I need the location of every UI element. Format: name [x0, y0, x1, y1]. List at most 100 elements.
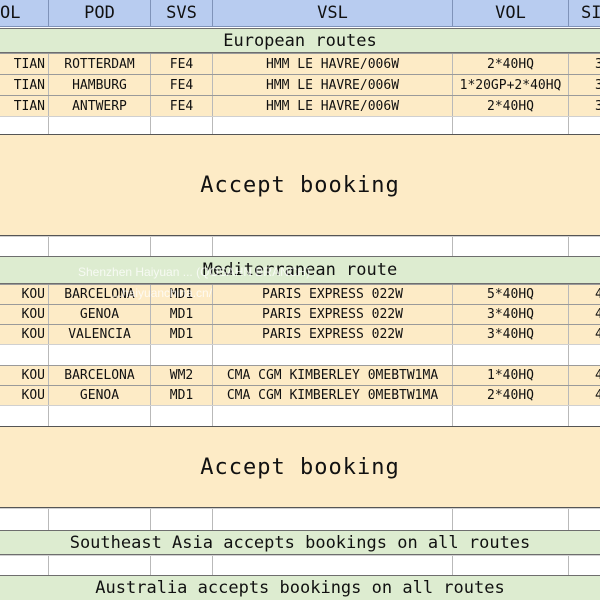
cell-vol[interactable]: 2*40HQ	[452, 96, 568, 116]
empty-cell[interactable]	[150, 556, 212, 575]
empty-cell[interactable]	[452, 117, 568, 134]
cell-vol[interactable]: 2*40HQ	[452, 386, 568, 405]
cell-svs[interactable]: MD1	[150, 386, 212, 405]
cell-svs[interactable]: WM2	[150, 366, 212, 385]
cell-si[interactable]: 3	[568, 75, 600, 95]
empty-row[interactable]	[0, 344, 600, 365]
cell-pol[interactable]: KOU	[0, 325, 48, 344]
cell-pod[interactable]: HAMBURG	[48, 75, 150, 95]
cell-pol[interactable]: KOU	[0, 386, 48, 405]
cell-pol[interactable]: KOU	[0, 305, 48, 324]
cell-vol[interactable]: 2*40HQ	[452, 54, 568, 74]
cell-pod[interactable]: BARCELONA	[48, 366, 150, 385]
empty-cell[interactable]	[150, 237, 212, 256]
table-row[interactable]: TIAN HAMBURG FE4 HMM LE HAVRE/006W 1*20G…	[0, 74, 600, 95]
empty-row[interactable]	[0, 236, 600, 256]
header-svs[interactable]: SVS	[150, 0, 212, 26]
southeast-asia-banner: Southeast Asia accepts bookings on all r…	[0, 530, 600, 555]
empty-cell[interactable]	[48, 237, 150, 256]
cell-svs[interactable]: FE4	[150, 54, 212, 74]
cell-pol[interactable]: KOU	[0, 285, 48, 304]
cell-svs[interactable]: MD1	[150, 285, 212, 304]
table-row[interactable]: KOU BARCELONA MD1 PARIS EXPRESS 022W 5*4…	[0, 284, 600, 304]
empty-cell[interactable]	[568, 556, 600, 575]
empty-cell[interactable]	[150, 509, 212, 530]
header-row: OL POD SVS VSL VOL SI	[0, 0, 600, 27]
cell-vsl[interactable]: PARIS EXPRESS 022W	[212, 305, 452, 324]
empty-cell[interactable]	[452, 556, 568, 575]
empty-cell[interactable]	[150, 117, 212, 134]
empty-cell[interactable]	[48, 556, 150, 575]
cell-vol[interactable]: 5*40HQ	[452, 285, 568, 304]
table-row[interactable]: KOU GENOA MD1 CMA CGM KIMBERLEY 0MEBTW1M…	[0, 385, 600, 405]
cell-si[interactable]: 4	[568, 325, 600, 344]
cell-svs[interactable]: MD1	[150, 305, 212, 324]
empty-cell[interactable]	[452, 406, 568, 426]
cell-si[interactable]: 4	[568, 366, 600, 385]
empty-row[interactable]	[0, 555, 600, 575]
empty-cell[interactable]	[568, 509, 600, 530]
table-row[interactable]: KOU GENOA MD1 PARIS EXPRESS 022W 3*40HQ …	[0, 304, 600, 324]
cell-vsl[interactable]: PARIS EXPRESS 022W	[212, 285, 452, 304]
empty-cell[interactable]	[568, 406, 600, 426]
empty-row[interactable]	[0, 405, 600, 426]
cell-vol[interactable]: 3*40HQ	[452, 305, 568, 324]
table-row[interactable]: KOU VALENCIA MD1 PARIS EXPRESS 022W 3*40…	[0, 324, 600, 344]
cell-si[interactable]: 3	[568, 96, 600, 116]
empty-row[interactable]	[0, 116, 600, 134]
cell-si[interactable]: 4	[568, 285, 600, 304]
empty-cell[interactable]	[212, 345, 452, 365]
table-row[interactable]: TIAN ROTTERDAM FE4 HMM LE HAVRE/006W 2*4…	[0, 53, 600, 74]
empty-cell[interactable]	[48, 509, 150, 530]
cell-vsl[interactable]: PARIS EXPRESS 022W	[212, 325, 452, 344]
empty-cell[interactable]	[212, 406, 452, 426]
cell-vol[interactable]: 1*20GP+2*40HQ	[452, 75, 568, 95]
header-vol[interactable]: VOL	[452, 0, 568, 26]
empty-row[interactable]	[0, 508, 600, 530]
cell-vsl[interactable]: CMA CGM KIMBERLEY 0MEBTW1MA	[212, 386, 452, 405]
cell-svs[interactable]: MD1	[150, 325, 212, 344]
empty-cell[interactable]	[212, 117, 452, 134]
cell-vsl[interactable]: HMM LE HAVRE/006W	[212, 96, 452, 116]
cell-vsl[interactable]: CMA CGM KIMBERLEY 0MEBTW1MA	[212, 366, 452, 385]
empty-cell[interactable]	[212, 556, 452, 575]
cell-pod[interactable]: VALENCIA	[48, 325, 150, 344]
empty-cell[interactable]	[48, 406, 150, 426]
header-vsl[interactable]: VSL	[212, 0, 452, 26]
empty-cell[interactable]	[452, 509, 568, 530]
cell-pol[interactable]: KOU	[0, 366, 48, 385]
cell-pod[interactable]: BARCELONA	[48, 285, 150, 304]
empty-cell[interactable]	[568, 237, 600, 256]
empty-cell[interactable]	[150, 406, 212, 426]
cell-pol[interactable]: TIAN	[0, 75, 48, 95]
cell-pod[interactable]: GENOA	[48, 386, 150, 405]
cell-pod[interactable]: ANTWERP	[48, 96, 150, 116]
empty-cell[interactable]	[568, 117, 600, 134]
cell-vsl[interactable]: HMM LE HAVRE/006W	[212, 75, 452, 95]
cell-pod[interactable]: GENOA	[48, 305, 150, 324]
empty-cell[interactable]	[212, 509, 452, 530]
cell-vol[interactable]: 1*40HQ	[452, 366, 568, 385]
cell-si[interactable]: 4	[568, 305, 600, 324]
cell-pol[interactable]: TIAN	[0, 96, 48, 116]
header-pol[interactable]: OL	[0, 0, 48, 26]
empty-cell[interactable]	[568, 345, 600, 365]
table-row[interactable]: KOU BARCELONA WM2 CMA CGM KIMBERLEY 0MEB…	[0, 365, 600, 385]
empty-cell[interactable]	[452, 345, 568, 365]
empty-cell[interactable]	[150, 345, 212, 365]
cell-svs[interactable]: FE4	[150, 75, 212, 95]
cell-vol[interactable]: 3*40HQ	[452, 325, 568, 344]
cell-si[interactable]: 3	[568, 54, 600, 74]
cell-si[interactable]: 4	[568, 386, 600, 405]
header-pod[interactable]: POD	[48, 0, 150, 26]
cell-pol[interactable]: TIAN	[0, 54, 48, 74]
cell-pod[interactable]: ROTTERDAM	[48, 54, 150, 74]
cell-svs[interactable]: FE4	[150, 96, 212, 116]
empty-cell[interactable]	[212, 237, 452, 256]
header-si[interactable]: SI	[568, 0, 600, 26]
table-row[interactable]: TIAN ANTWERP FE4 HMM LE HAVRE/006W 2*40H…	[0, 95, 600, 116]
cell-vsl[interactable]: HMM LE HAVRE/006W	[212, 54, 452, 74]
empty-cell[interactable]	[48, 117, 150, 134]
empty-cell[interactable]	[452, 237, 568, 256]
empty-cell[interactable]	[48, 345, 150, 365]
